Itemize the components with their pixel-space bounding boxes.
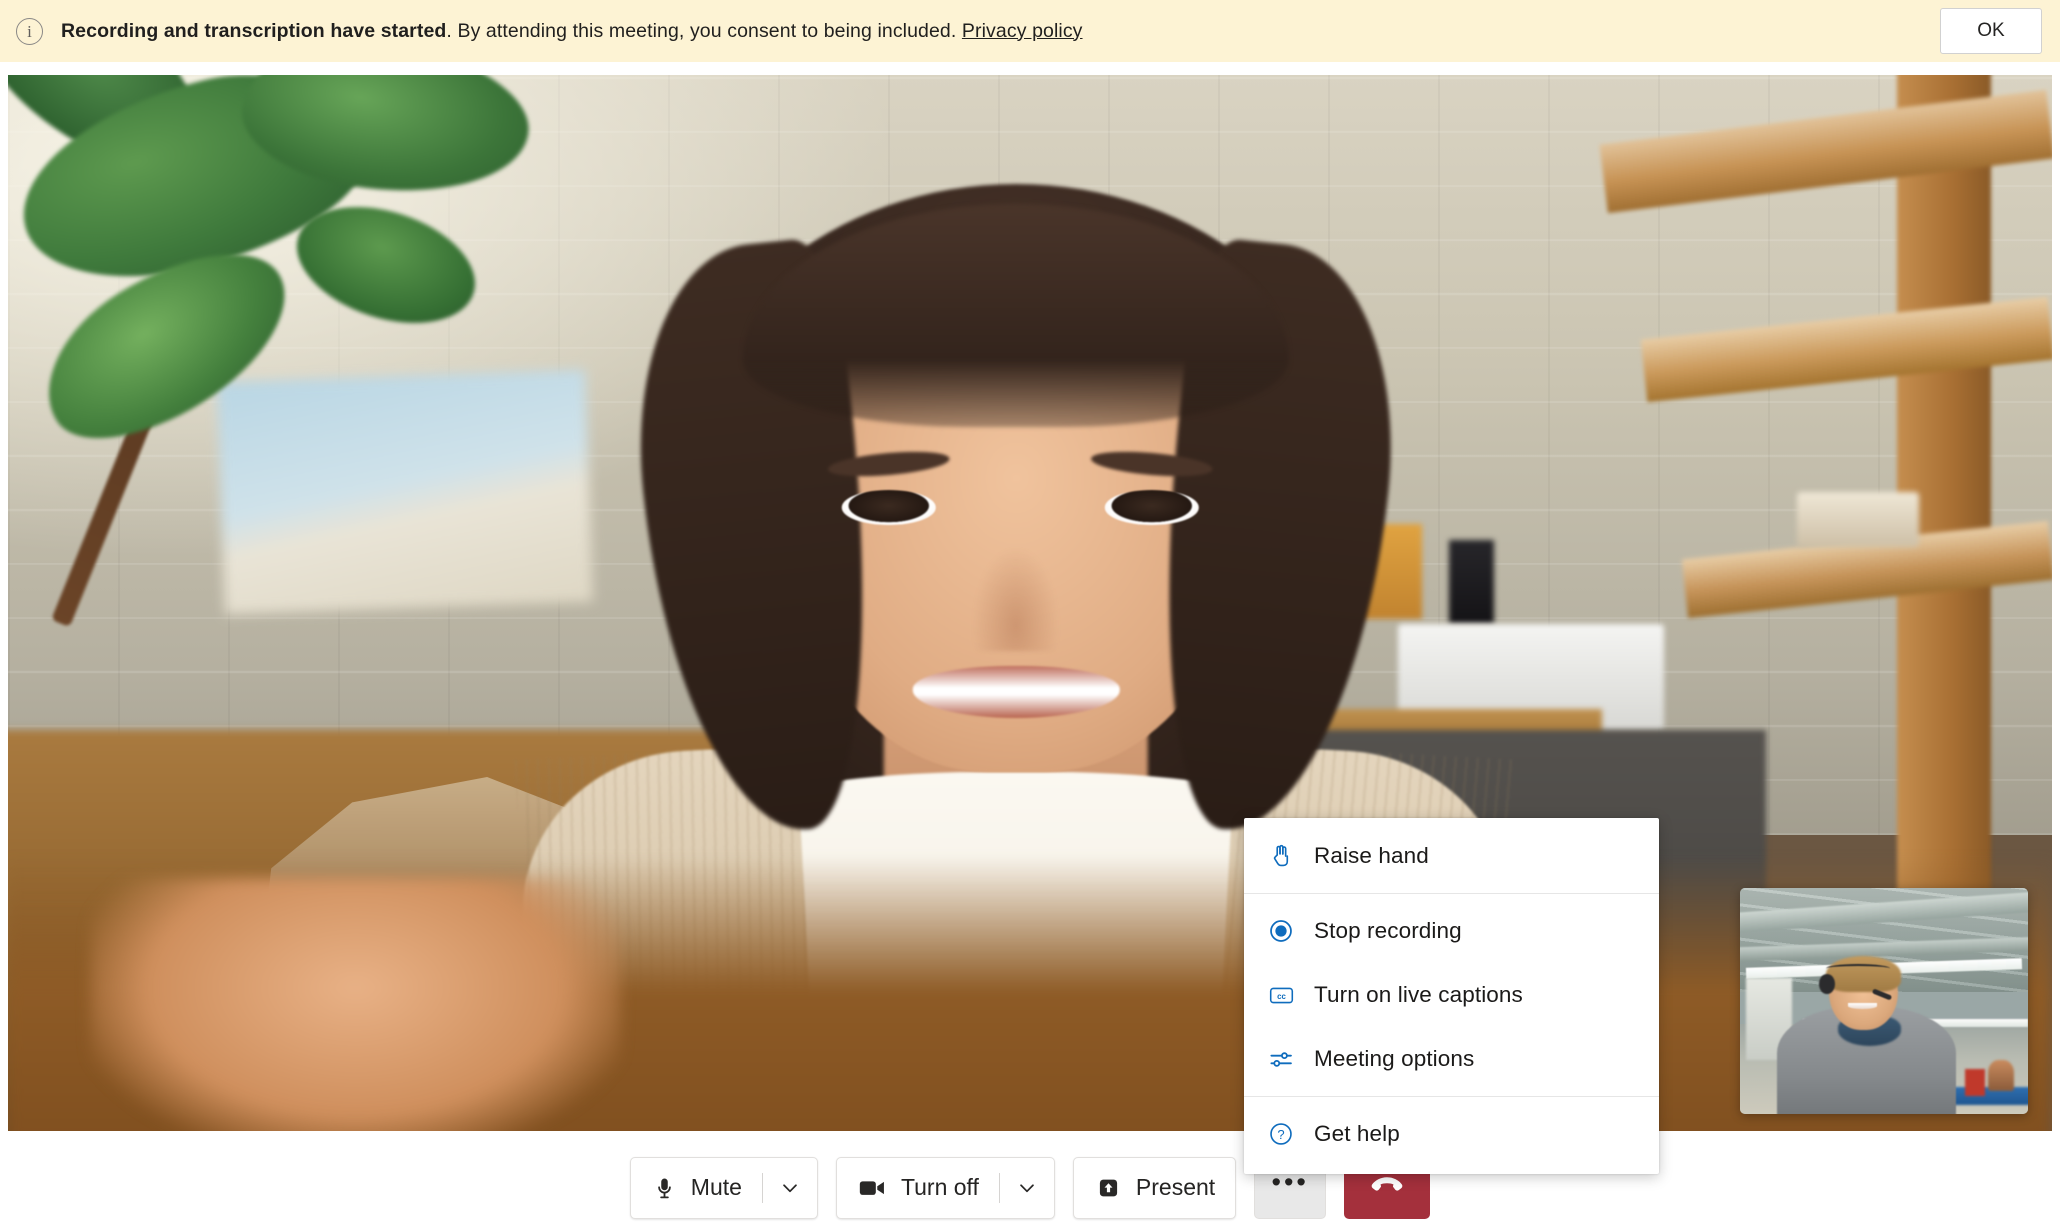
closed-caption-icon: cc (1266, 980, 1296, 1010)
camera-options-chevron-down-icon[interactable] (1000, 1158, 1054, 1218)
menu-item-label: Turn on live captions (1314, 982, 1523, 1007)
meeting-controls-toolbar: Mute Turn off Present ••• (0, 1148, 2060, 1227)
menu-item-stop-recording[interactable]: Stop recording (1244, 899, 1659, 963)
self-view-pip-tile[interactable] (1740, 888, 2028, 1114)
turn-off-camera-button[interactable]: Turn off (837, 1158, 999, 1218)
present-button-inner[interactable]: Present (1074, 1158, 1235, 1218)
eye (1105, 490, 1200, 525)
mic-options-chevron-down-icon[interactable] (763, 1158, 817, 1218)
mute-button[interactable]: Mute (631, 1158, 762, 1218)
share-screen-icon (1096, 1176, 1121, 1200)
recording-notice-rest: . By attending this meeting, you consent… (446, 19, 962, 42)
menu-item-label: Meeting options (1314, 1046, 1475, 1071)
mute-button-label: Mute (690, 1174, 742, 1200)
menu-separator (1244, 1096, 1659, 1097)
question-circle-icon: ? (1266, 1119, 1296, 1149)
menu-item-label: Raise hand (1314, 843, 1429, 868)
menu-item-live-captions[interactable]: cc Turn on live captions (1244, 963, 1659, 1027)
camera-button-group[interactable]: Turn off (835, 1156, 1055, 1219)
present-button-label: Present (1135, 1174, 1216, 1200)
menu-item-raise-hand[interactable]: Raise hand (1244, 824, 1659, 888)
recording-notice-text: Recording and transcription have started… (61, 20, 1083, 43)
settings-sliders-icon (1266, 1044, 1296, 1074)
menu-item-label: Get help (1314, 1121, 1400, 1146)
pip-red-cart (1964, 1068, 1985, 1096)
menu-item-label: Stop recording (1314, 918, 1462, 943)
svg-text:?: ? (1277, 1127, 1284, 1142)
eye (841, 490, 936, 525)
raise-hand-icon (1266, 841, 1296, 871)
privacy-policy-link[interactable]: Privacy policy (962, 20, 1083, 42)
turn-off-camera-label: Turn off (900, 1174, 979, 1200)
foreground-hand (89, 877, 622, 1131)
nose (973, 549, 1059, 651)
microphone-icon (653, 1175, 676, 1201)
menu-separator (1244, 893, 1659, 894)
recording-notice-bold: Recording and transcription have started (61, 19, 447, 42)
pip-headset-earcup (1819, 973, 1836, 995)
video-camera-icon (859, 1176, 886, 1200)
mouth (912, 665, 1120, 719)
menu-item-get-help[interactable]: ? Get help (1244, 1102, 1659, 1166)
svg-text:cc: cc (1277, 992, 1286, 1001)
pip-self-hair (1826, 955, 1902, 992)
menu-item-meeting-options[interactable]: Meeting options (1244, 1027, 1659, 1091)
info-circle-icon: i (16, 17, 43, 45)
hang-up-icon (1370, 1174, 1404, 1201)
teams-meeting-window: i Recording and transcription have start… (0, 0, 2060, 1227)
shelf-objects (1796, 492, 1920, 548)
record-filled-icon (1266, 916, 1296, 946)
pip-background-person (1987, 1059, 2014, 1092)
recording-notice-banner: i Recording and transcription have start… (0, 0, 2060, 62)
more-options-menu: Raise hand Stop recording cc Turn on liv… (1244, 818, 1659, 1174)
banner-ok-button[interactable]: OK (1940, 8, 2042, 54)
present-button[interactable]: Present (1072, 1156, 1237, 1219)
pip-headset-band (1826, 963, 1890, 973)
mic-button-group[interactable]: Mute (629, 1156, 818, 1219)
